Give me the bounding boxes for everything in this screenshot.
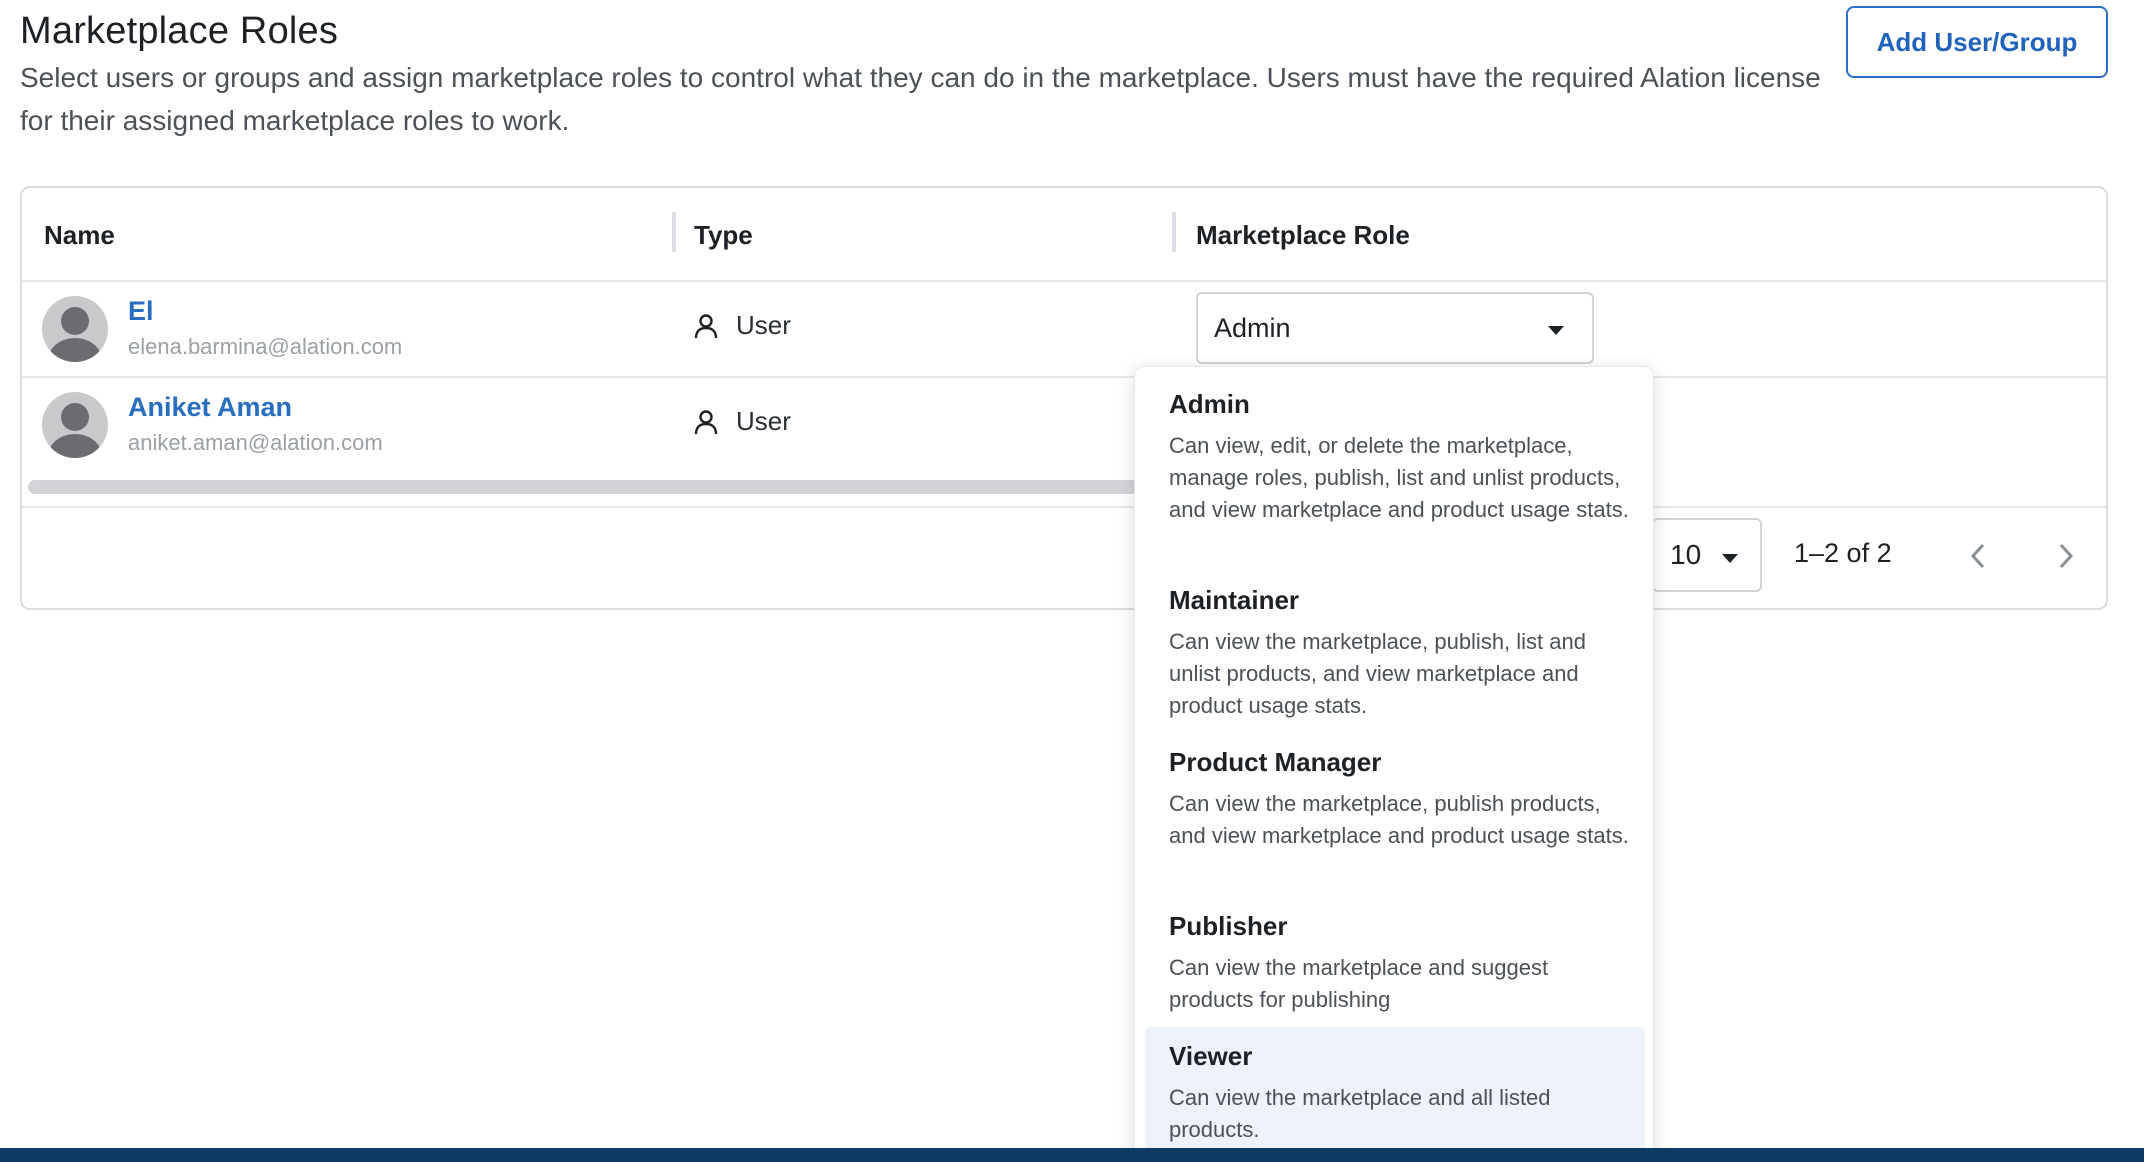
page-size-value: 10: [1670, 539, 1702, 570]
role-select[interactable]: Admin: [1196, 292, 1594, 364]
pagination-range: 1–2 of 2: [1794, 538, 1892, 568]
user-name-link[interactable]: El: [128, 296, 154, 327]
avatar-placeholder-icon: [42, 296, 108, 362]
role-option-product-manager[interactable]: Product Manager Can view the marketplace…: [1145, 747, 1645, 852]
user-icon: [694, 313, 718, 338]
role-option-viewer[interactable]: Viewer Can view the marketplace and all …: [1145, 1027, 1645, 1153]
chevron-left-icon: [1970, 543, 1985, 569]
add-user-group-button[interactable]: Add User/Group: [1846, 6, 2108, 78]
chevron-down-icon: [1722, 554, 1738, 563]
type-label: User: [736, 310, 791, 340]
next-page-button[interactable]: [2046, 536, 2086, 576]
role-option-description: Can view, edit, or delete the marketplac…: [1169, 433, 1629, 522]
type-cell: User: [694, 310, 791, 341]
column-resize-handle[interactable]: [1172, 212, 1176, 252]
page-size-select[interactable]: 10: [1652, 518, 1762, 592]
footer-band: [0, 1148, 2144, 1162]
previous-page-button[interactable]: [1958, 536, 1998, 576]
column-resize-handle[interactable]: [672, 212, 676, 252]
column-header-type[interactable]: Type: [694, 188, 753, 282]
role-option-description: Can view the marketplace and all listed …: [1169, 1085, 1551, 1142]
type-label: User: [736, 406, 791, 436]
role-option-description: Can view the marketplace, publish, list …: [1169, 629, 1586, 718]
table-header: Name Type Marketplace Role: [22, 188, 2106, 282]
role-option-title: Viewer: [1169, 1041, 1253, 1071]
role-option-maintainer[interactable]: Maintainer Can view the marketplace, pub…: [1145, 585, 1645, 722]
column-header-name[interactable]: Name: [44, 188, 115, 282]
divider: [22, 506, 2106, 508]
avatar-placeholder-icon: [42, 392, 108, 458]
role-dropdown-menu: Admin Can view, edit, or delete the mark…: [1134, 366, 1654, 1162]
role-option-title: Admin: [1169, 389, 1250, 419]
role-option-title: Product Manager: [1169, 747, 1382, 777]
roles-table: Name Type Marketplace Role El elena.barm…: [20, 186, 2108, 610]
horizontal-scrollbar[interactable]: [28, 480, 1148, 494]
column-header-role[interactable]: Marketplace Role: [1196, 188, 1410, 282]
page-title: Marketplace Roles: [20, 10, 339, 52]
role-option-publisher[interactable]: Publisher Can view the marketplace and s…: [1145, 911, 1645, 1016]
user-email: elena.barmina@alation.com: [128, 334, 403, 359]
chevron-down-icon: [1548, 326, 1564, 335]
role-option-title: Maintainer: [1169, 585, 1300, 615]
user-icon: [694, 409, 718, 434]
role-option-admin[interactable]: Admin Can view, edit, or delete the mark…: [1145, 389, 1645, 526]
type-cell: User: [694, 406, 791, 437]
role-option-description: Can view the marketplace, publish produc…: [1169, 791, 1629, 848]
table-row: Aniket Aman aniket.aman@alation.com User: [22, 378, 2106, 474]
user-name-link[interactable]: Aniket Aman: [128, 392, 292, 423]
role-select-value: Admin: [1214, 312, 1291, 343]
role-option-title: Publisher: [1169, 911, 1288, 941]
user-email: aniket.aman@alation.com: [128, 430, 383, 455]
page-description: Select users or groups and assign market…: [20, 62, 1821, 136]
table-row: El elena.barmina@alation.com User Admin: [22, 282, 2106, 378]
chevron-right-icon: [2059, 543, 2074, 569]
role-option-description: Can view the marketplace and suggest pro…: [1169, 955, 1549, 1012]
